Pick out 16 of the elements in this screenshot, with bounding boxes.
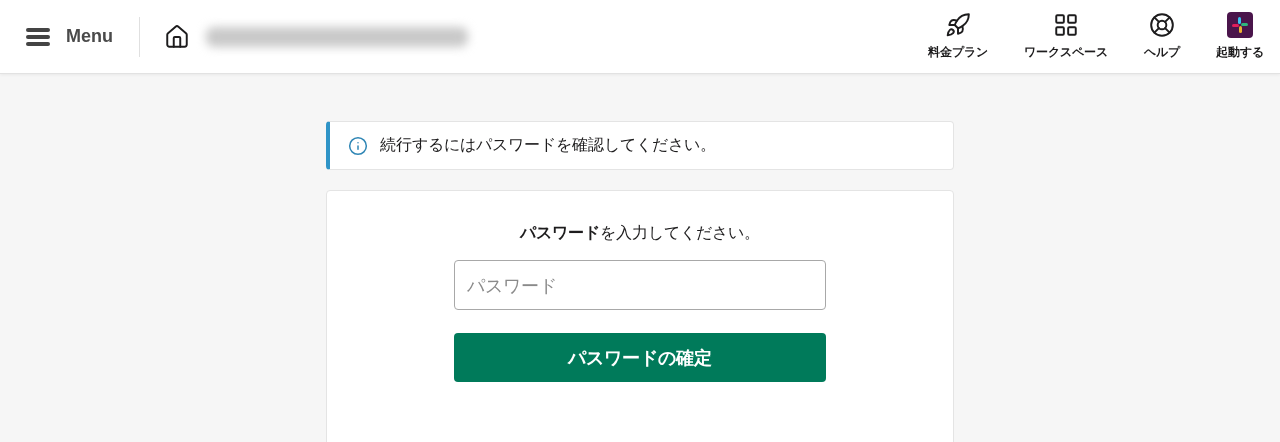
grid-icon — [1053, 12, 1079, 38]
home-icon[interactable] — [164, 23, 190, 50]
app-logo-icon — [1227, 12, 1253, 38]
form-prompt: パスワードを入力してください。 — [520, 223, 760, 244]
help-icon — [1149, 12, 1175, 38]
nav-link[interactable]: 起動する — [1198, 12, 1264, 61]
info-icon — [348, 135, 368, 156]
nav-link[interactable]: ヘルプ — [1126, 12, 1198, 61]
confirm-button[interactable]: パスワードの確定 — [454, 333, 826, 382]
nav-link[interactable]: ワークスペース — [1006, 12, 1126, 61]
menu-button[interactable]: Menu — [26, 26, 113, 47]
notice-text: 続行するにはパスワードを確認してください。 — [380, 135, 716, 156]
menu-icon — [26, 26, 50, 47]
rocket-icon — [945, 12, 971, 38]
nav-link[interactable]: 料金プラン — [910, 12, 1006, 61]
password-field[interactable]: パスワード — [454, 260, 826, 310]
